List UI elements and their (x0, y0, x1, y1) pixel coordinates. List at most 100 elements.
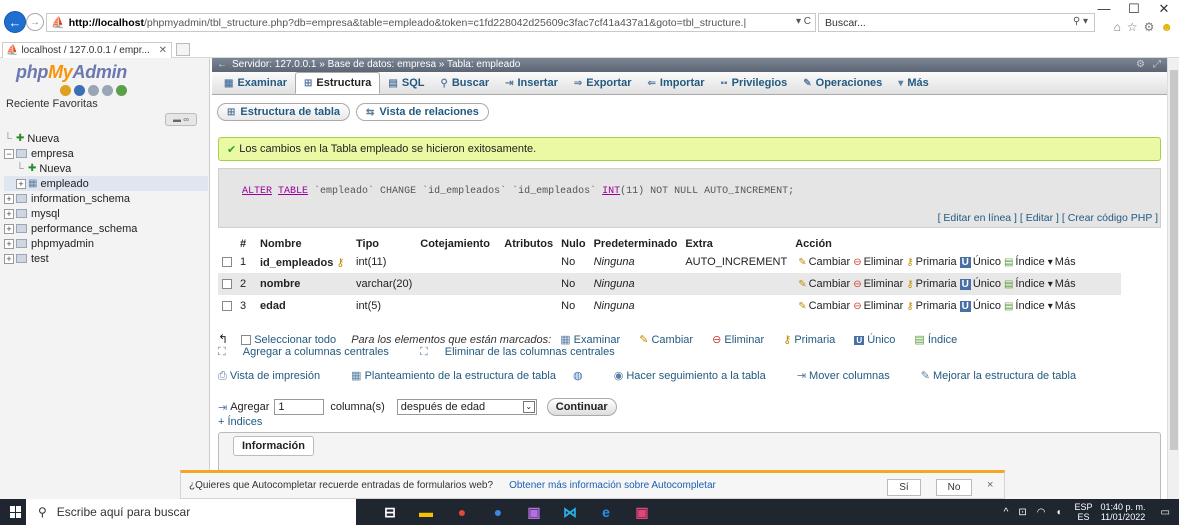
row-checkbox[interactable] (222, 279, 232, 290)
back-arrow-icon[interactable]: ← (217, 58, 227, 72)
remove-central-columns-button[interactable]: ⛶ Eliminar de las columnas centrales (420, 346, 629, 358)
volume-icon[interactable]: ◖ (1055, 507, 1061, 518)
column-name[interactable]: edad (260, 300, 286, 312)
tab-buscar[interactable]: ⚲ Buscar (432, 72, 497, 94)
column-header-4[interactable]: Atributos (500, 236, 558, 251)
action-more-button[interactable]: ▾ Más (1045, 256, 1076, 268)
tree-item-phpmyadmin[interactable]: + phpmyadmin (4, 236, 208, 251)
expand-icon[interactable]: + (4, 238, 14, 249)
subtab-relation-view[interactable]: ⇆ Vista de relaciones (356, 103, 489, 121)
phpmyadmin-logo[interactable]: phpMyAdmin (16, 62, 127, 83)
network-icon[interactable]: ⊡ (1018, 507, 1026, 518)
task-view-icon[interactable]: ⊟ (372, 499, 408, 525)
tree-item-performance-schema[interactable]: + performance_schema (4, 221, 208, 236)
column-name[interactable]: nombre (260, 278, 300, 290)
column-name[interactable]: id_empleados (260, 257, 333, 269)
home-icon[interactable] (60, 85, 71, 96)
column-header-8[interactable]: Acción (791, 236, 1122, 251)
taskbar-search-input[interactable]: ⚲ Escribe aquí para buscar (26, 499, 356, 525)
action-unique-button[interactable]: U Único (957, 300, 1001, 312)
help-icon[interactable]: ◍ (573, 370, 583, 382)
reload-icon[interactable] (116, 85, 127, 96)
autocomplete-no-button[interactable]: No (936, 479, 972, 496)
tab-importar[interactable]: ⇐ Importar (640, 72, 713, 94)
expand-icon[interactable]: + (4, 193, 14, 204)
exit-icon[interactable] (74, 85, 85, 96)
action-delete-button[interactable]: ⊖ Eliminar (850, 256, 903, 268)
bulk-primary-button[interactable]: ⚷ Primaria (783, 334, 835, 346)
tab-estructura[interactable]: ⊞ Estructura (294, 72, 381, 94)
sql-keyword-int[interactable]: INT (602, 186, 620, 197)
action-index-button[interactable]: ▤ Índice (1001, 300, 1045, 312)
column-header-6[interactable]: Predeterminado (589, 236, 682, 251)
action-index-button[interactable]: ▤ Índice (1001, 278, 1045, 290)
tab-operaciones[interactable]: ✎ Operaciones (795, 72, 890, 94)
file-explorer-icon[interactable]: ▬ (408, 499, 444, 525)
expand-icon[interactable]: + (16, 178, 26, 189)
close-notification-icon[interactable]: × (987, 479, 993, 491)
bulk-change-button[interactable]: ✎ Cambiar (639, 334, 693, 346)
chevron-up-icon[interactable]: ^ (1004, 507, 1009, 518)
star-icon[interactable]: ☆ (1127, 20, 1138, 34)
clock[interactable]: 01:40 p. m. 11/01/2022 (1101, 502, 1146, 522)
tree-item-Nueva[interactable]: └ ✚ Nueva (4, 131, 208, 146)
url-dropdown-refresh[interactable]: ▾ C (796, 16, 811, 27)
action-primary-button[interactable]: ⚷ Primaria (903, 278, 956, 290)
select-all-checkbox[interactable] (241, 335, 252, 346)
app-icon[interactable]: ▣ (624, 499, 660, 525)
autocomplete-yes-button[interactable]: Sí (887, 479, 921, 496)
collapse-icon[interactable]: ⤢ (1153, 58, 1161, 72)
settings-icon[interactable] (102, 85, 113, 96)
windows-start-icon[interactable] (10, 506, 22, 518)
sql-keyword-alter[interactable]: ALTER (242, 186, 272, 197)
action-delete-button[interactable]: ⊖ Eliminar (850, 278, 903, 290)
scrollbar-thumb[interactable] (1170, 70, 1178, 450)
action-change-button[interactable]: ✎ Cambiar (795, 278, 850, 290)
tab-insertar[interactable]: ⇥ Insertar (497, 72, 566, 94)
minimize-button[interactable]: — (1089, 0, 1119, 18)
tree-item-information-schema[interactable]: + information_schema (4, 191, 208, 206)
browser-search-input[interactable]: Buscar... ⚲ ▾ (818, 13, 1095, 32)
bulk-index-button[interactable]: ▤ Índice (914, 334, 957, 346)
tree-item-empresa[interactable]: − empresa (4, 146, 208, 161)
column-header-3[interactable]: Cotejamiento (416, 236, 501, 251)
improve-structure-link[interactable]: ✎ Mejorar la estructura de tabla (921, 370, 1090, 382)
visual-studio-icon[interactable]: ⋈ (552, 499, 588, 525)
action-unique-button[interactable]: U Único (957, 278, 1001, 290)
autocomplete-more-info-link[interactable]: Obtener más información sobre Autocomple… (509, 480, 716, 491)
docs-icon[interactable] (88, 85, 99, 96)
expand-icon[interactable]: − (4, 148, 14, 159)
address-bar[interactable]: ⛵ http://localhost /phpmyadmin/tbl_struc… (46, 13, 816, 32)
column-position-select[interactable]: después de edad ⌄ (396, 399, 537, 415)
tab-examinar[interactable]: ▦ Examinar (216, 72, 295, 94)
sql-edit-links[interactable]: [ Editar en línea ] [ Editar ] [ Crear c… (938, 212, 1158, 224)
tree-item-Nueva[interactable]: └ ✚ Nueva (4, 161, 208, 176)
expand-icon[interactable]: + (4, 208, 14, 219)
tab-sql[interactable]: ▤ SQL (380, 72, 432, 94)
maximize-button[interactable]: ☐ (1119, 0, 1149, 18)
print-view-link[interactable]: ⎙ Vista de impresión (218, 370, 334, 382)
close-window-button[interactable]: ✕ (1149, 0, 1179, 18)
tree-item-empleado[interactable]: + ▦ empleado (4, 176, 208, 191)
add-central-columns-button[interactable]: ⛶ Agregar a columnas centrales (218, 346, 403, 358)
subtab-table-structure[interactable]: ⊞ Estructura de tabla (217, 103, 351, 121)
action-unique-button[interactable]: U Único (957, 256, 1001, 268)
search-icon[interactable]: ⚲ ▾ (1073, 16, 1088, 27)
column-count-input[interactable]: 1 (274, 399, 325, 415)
propose-structure-link[interactable]: ▦ Planteamiento de la estructura de tabla… (351, 370, 596, 382)
tab-exportar[interactable]: ⇒ Exportar (566, 72, 640, 94)
settings-icon[interactable]: ⚙ (1136, 58, 1145, 72)
tab-privilegios[interactable]: ▪▪ Privilegios (713, 72, 796, 94)
language-indicator[interactable]: ESP ES (1075, 502, 1093, 522)
breadcrumb-text[interactable]: Servidor: 127.0.0.1 » Base de datos: emp… (232, 59, 520, 70)
bulk-unique-button[interactable]: U Único (854, 334, 895, 346)
column-header-2[interactable]: Tipo (352, 236, 417, 251)
action-index-button[interactable]: ▤ Índice (1001, 256, 1045, 268)
chrome-icon[interactable]: ● (444, 499, 480, 525)
bulk-delete-button[interactable]: ⊖ Eliminar (712, 334, 764, 346)
back-button[interactable]: ← (4, 11, 26, 33)
action-change-button[interactable]: ✎ Cambiar (795, 300, 850, 312)
gear-icon[interactable]: ⚙ (1144, 20, 1155, 34)
column-header-7[interactable]: Extra (681, 236, 792, 251)
tab-más[interactable]: ▾ Más (890, 72, 936, 94)
